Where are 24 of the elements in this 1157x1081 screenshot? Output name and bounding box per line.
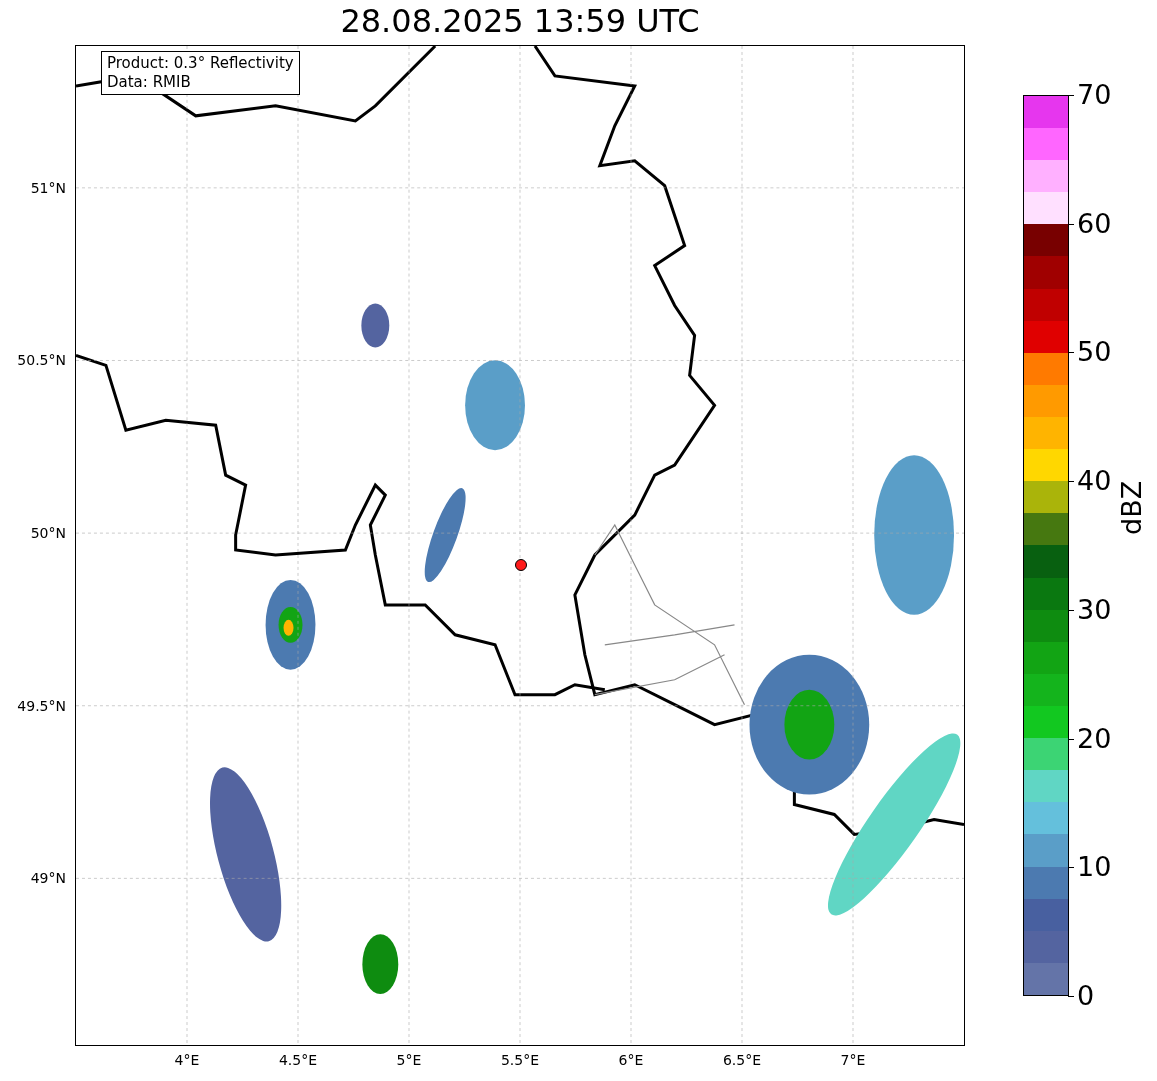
colorbar-tick-label: 20 — [1077, 723, 1112, 754]
colorbar-tick-label: 70 — [1077, 80, 1112, 110]
colorbar-tick-label: 10 — [1077, 852, 1112, 883]
info-text: Product: 0.3° Reflectivity — [107, 54, 294, 73]
longitude-label: 6°E — [618, 1052, 644, 1068]
colorbar-label: dBZ — [1116, 480, 1147, 535]
colorbar-tick-label: 60 — [1077, 208, 1112, 239]
longitude-label: 5°E — [396, 1052, 422, 1068]
longitude-label: 6.5°E — [722, 1052, 762, 1068]
colorbar-tick-label: 0 — [1077, 981, 1095, 1011]
longitude-label: 7°E — [840, 1052, 866, 1068]
latitude-label: 50.5°N — [17, 352, 66, 369]
latitude-label: 49°N — [30, 870, 66, 887]
latitude-label: 50°N — [30, 525, 66, 542]
longitude-label: 4°E — [174, 1052, 200, 1068]
latitude-label: 49.5°N — [17, 697, 66, 714]
colorbar-tick-label: 30 — [1077, 594, 1112, 625]
latitude-label: 51°N — [30, 179, 66, 196]
longitude-label: 5.5°E — [500, 1052, 540, 1068]
colorbar-tick-label: 40 — [1077, 466, 1112, 497]
info-text: Data: RMIB — [107, 73, 192, 92]
colorbar-tick-label: 50 — [1077, 337, 1112, 368]
longitude-label: 4.5°E — [278, 1052, 318, 1068]
plot-title: 28.08.2025 13:59 UTC — [339, 1, 701, 42]
